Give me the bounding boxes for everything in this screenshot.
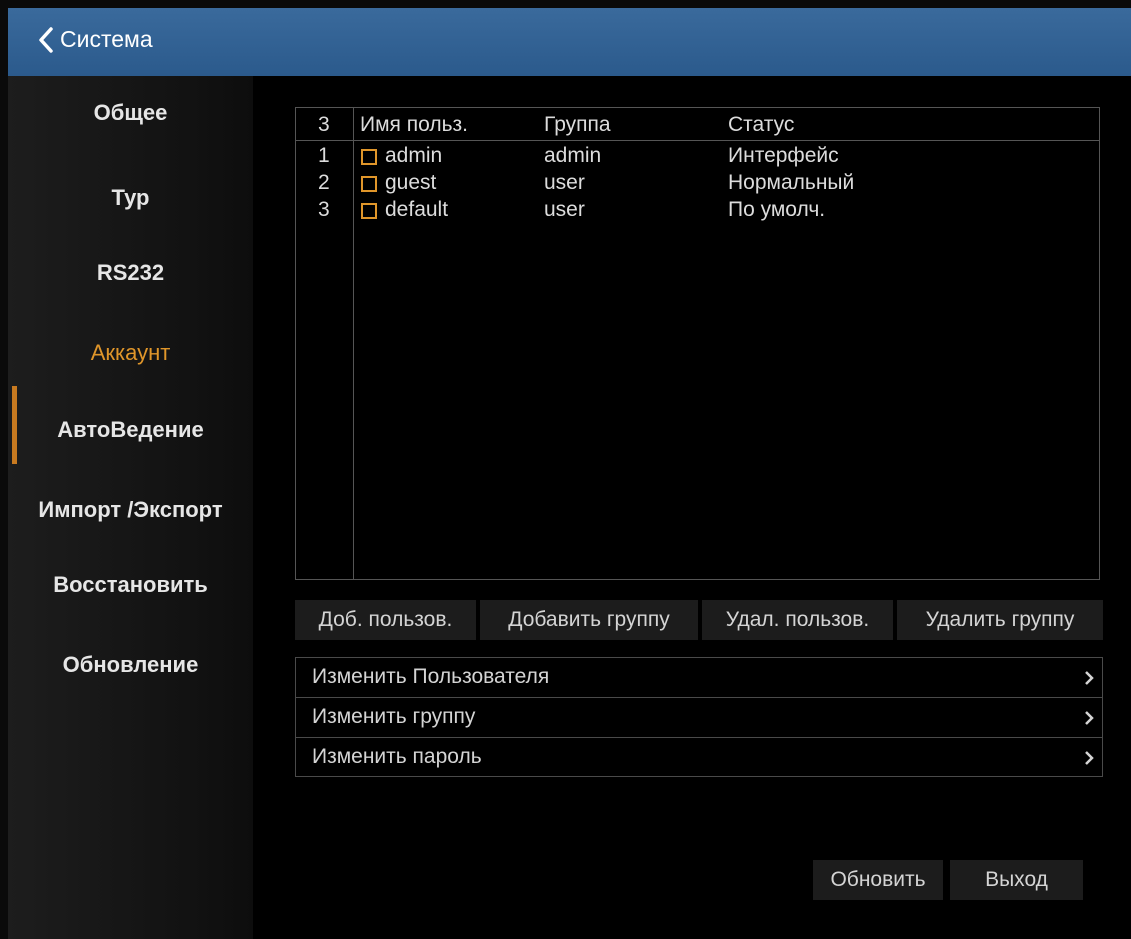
sidebar: Общее Тур RS232 Аккаунт АвтоВедение Импо… <box>8 76 253 939</box>
chevron-left-icon <box>39 26 53 53</box>
column-header-name: Имя польз. <box>360 113 468 136</box>
header-divider <box>296 140 1099 141</box>
sidebar-item-autotracking[interactable]: АвтоВедение <box>8 417 253 443</box>
user-group: user <box>544 198 585 221</box>
main-panel: 3 Имя польз. Группа Статус 1 admin admin… <box>253 76 1131 939</box>
refresh-button[interactable]: Обновить <box>813 860 943 900</box>
user-name: default <box>385 198 449 221</box>
row-number: 2 <box>318 171 330 194</box>
chevron-right-icon <box>1085 751 1094 765</box>
sidebar-item-account[interactable]: Аккаунт <box>8 340 253 366</box>
modify-group-label: Изменить группу <box>312 705 476 728</box>
modify-user-item[interactable]: Изменить Пользователя <box>296 658 1102 698</box>
title-bar: Система <box>8 8 1131 76</box>
chevron-right-icon <box>1085 671 1094 685</box>
user-count: 3 <box>318 113 330 136</box>
column-header-status: Статус <box>728 113 795 136</box>
column-header-group: Группа <box>544 113 611 136</box>
back-button[interactable]: Система <box>38 26 153 53</box>
add-group-button[interactable]: Добавить группу <box>480 600 698 640</box>
sidebar-item-tour[interactable]: Тур <box>8 185 253 211</box>
user-status: Нормальный <box>728 171 855 194</box>
chevron-right-icon <box>1085 711 1094 725</box>
user-name: guest <box>385 171 437 194</box>
row-checkbox[interactable] <box>361 176 377 192</box>
sidebar-item-update[interactable]: Обновление <box>8 652 253 678</box>
user-status: Интерфейс <box>728 144 839 167</box>
sidebar-item-rs232[interactable]: RS232 <box>8 260 253 286</box>
user-status: По умолч. <box>728 198 826 221</box>
sidebar-item-general[interactable]: Общее <box>8 100 253 126</box>
modify-password-item[interactable]: Изменить пароль <box>296 738 1102 778</box>
row-number: 3 <box>318 198 330 221</box>
user-table: 3 Имя польз. Группа Статус 1 admin admin… <box>295 107 1100 580</box>
row-number: 1 <box>318 144 330 167</box>
delete-user-button[interactable]: Удал. пользов. <box>702 600 893 640</box>
modify-menu: Изменить Пользователя Изменить группу Из… <box>295 657 1103 777</box>
exit-button[interactable]: Выход <box>950 860 1083 900</box>
row-checkbox[interactable] <box>361 203 377 219</box>
settings-window: Система Общее Тур RS232 Аккаунт АвтоВеде… <box>0 0 1131 939</box>
sidebar-item-restore[interactable]: Восстановить <box>8 572 253 598</box>
modify-group-item[interactable]: Изменить группу <box>296 698 1102 738</box>
user-group: user <box>544 171 585 194</box>
page-title: Система <box>60 26 153 52</box>
sidebar-item-import-export[interactable]: Импорт /Экспорт <box>8 497 253 523</box>
column-divider <box>353 108 354 579</box>
user-group: admin <box>544 144 602 167</box>
add-user-button[interactable]: Доб. пользов. <box>295 600 476 640</box>
delete-group-button[interactable]: Удалить группу <box>897 600 1103 640</box>
modify-user-label: Изменить Пользователя <box>312 665 550 688</box>
modify-password-label: Изменить пароль <box>312 745 482 768</box>
user-name: admin <box>385 144 443 167</box>
row-checkbox[interactable] <box>361 149 377 165</box>
